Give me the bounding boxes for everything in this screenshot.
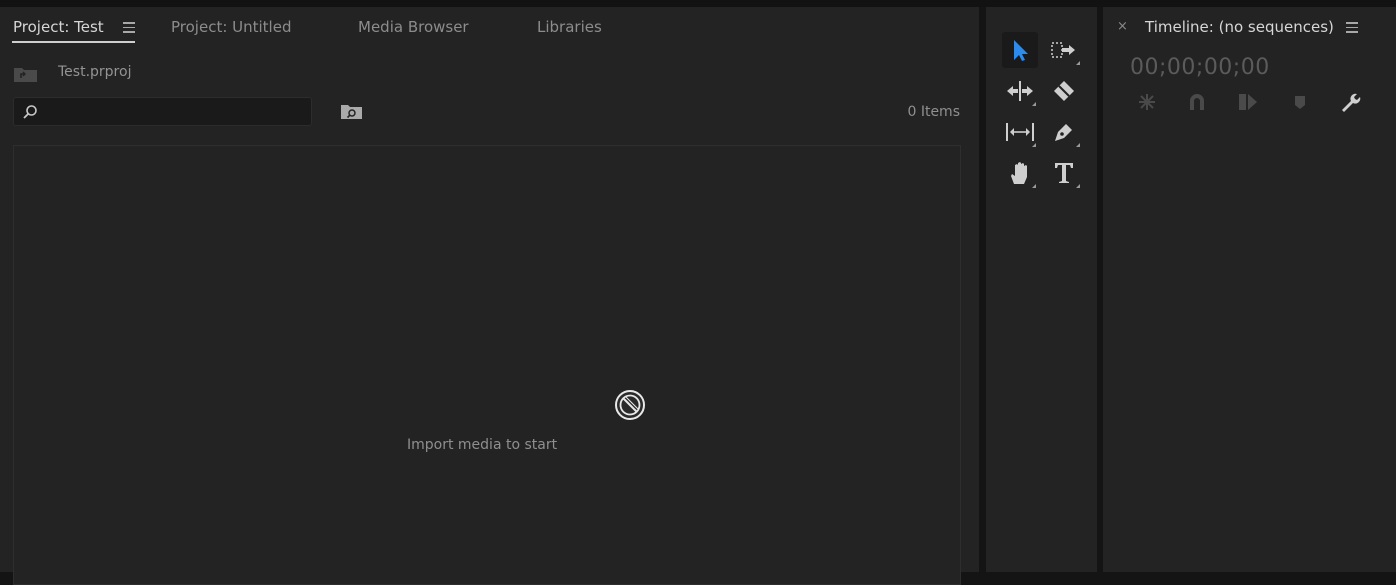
selection-arrow-icon: [1014, 40, 1028, 61]
hand-icon: [1011, 162, 1027, 184]
wrench-icon[interactable]: [1339, 91, 1361, 113]
slip-tool[interactable]: [1002, 114, 1038, 150]
playhead-timecode[interactable]: 00;00;00;00: [1130, 55, 1270, 80]
find-in-project-icon[interactable]: [340, 103, 363, 120]
snap-magnet-icon[interactable]: [1186, 91, 1208, 113]
type-tool[interactable]: [1046, 155, 1082, 191]
track-select-forward-tool[interactable]: [1046, 32, 1082, 68]
items-count: 0 Items: [907, 104, 960, 120]
nest-sequence-icon[interactable]: [1136, 91, 1158, 113]
parent-folder-icon[interactable]: [13, 65, 38, 83]
media-drop-area[interactable]: Import media to start: [13, 145, 961, 585]
pen-icon: [1055, 124, 1072, 141]
tab-media-browser[interactable]: Media Browser: [358, 18, 469, 36]
ripple-edit-icon: [1007, 81, 1033, 101]
empty-state-message: Import media to start: [407, 437, 558, 453]
panel-menu-icon[interactable]: [1346, 22, 1358, 33]
track-select-forward-icon: [1051, 42, 1075, 58]
timeline-panel: × Timeline: (no sequences) 00;00;00;00: [1103, 7, 1396, 572]
slip-icon: [1006, 123, 1034, 141]
linked-selection-icon[interactable]: [1237, 91, 1259, 113]
project-panel: Project: Test Project: Untitled Media Br…: [0, 7, 979, 585]
razor-tool[interactable]: [1046, 73, 1082, 109]
tab-timeline[interactable]: Timeline: (no sequences): [1145, 18, 1334, 36]
selection-tool[interactable]: [1002, 32, 1038, 68]
add-marker-icon[interactable]: [1289, 91, 1311, 113]
project-file-name: Test.prproj: [58, 64, 132, 80]
close-panel-button[interactable]: ×: [1117, 19, 1128, 34]
tools-panel: [986, 7, 1097, 572]
tab-libraries[interactable]: Libraries: [537, 18, 602, 36]
active-tab-indicator: [12, 41, 135, 43]
type-icon: [1055, 163, 1073, 183]
ripple-edit-tool[interactable]: [1002, 73, 1038, 109]
pen-tool[interactable]: [1046, 114, 1082, 150]
tab-project-test[interactable]: Project: Test: [13, 18, 104, 36]
window-top-strip: [0, 0, 1396, 7]
search-input[interactable]: [13, 97, 312, 126]
hand-tool[interactable]: [1002, 155, 1038, 191]
panel-menu-icon[interactable]: [123, 22, 135, 33]
not-allowed-cursor-icon: [615, 390, 645, 420]
search-icon: [23, 105, 37, 119]
tab-project-untitled[interactable]: Project: Untitled: [171, 18, 291, 36]
razor-icon: [1054, 81, 1074, 101]
